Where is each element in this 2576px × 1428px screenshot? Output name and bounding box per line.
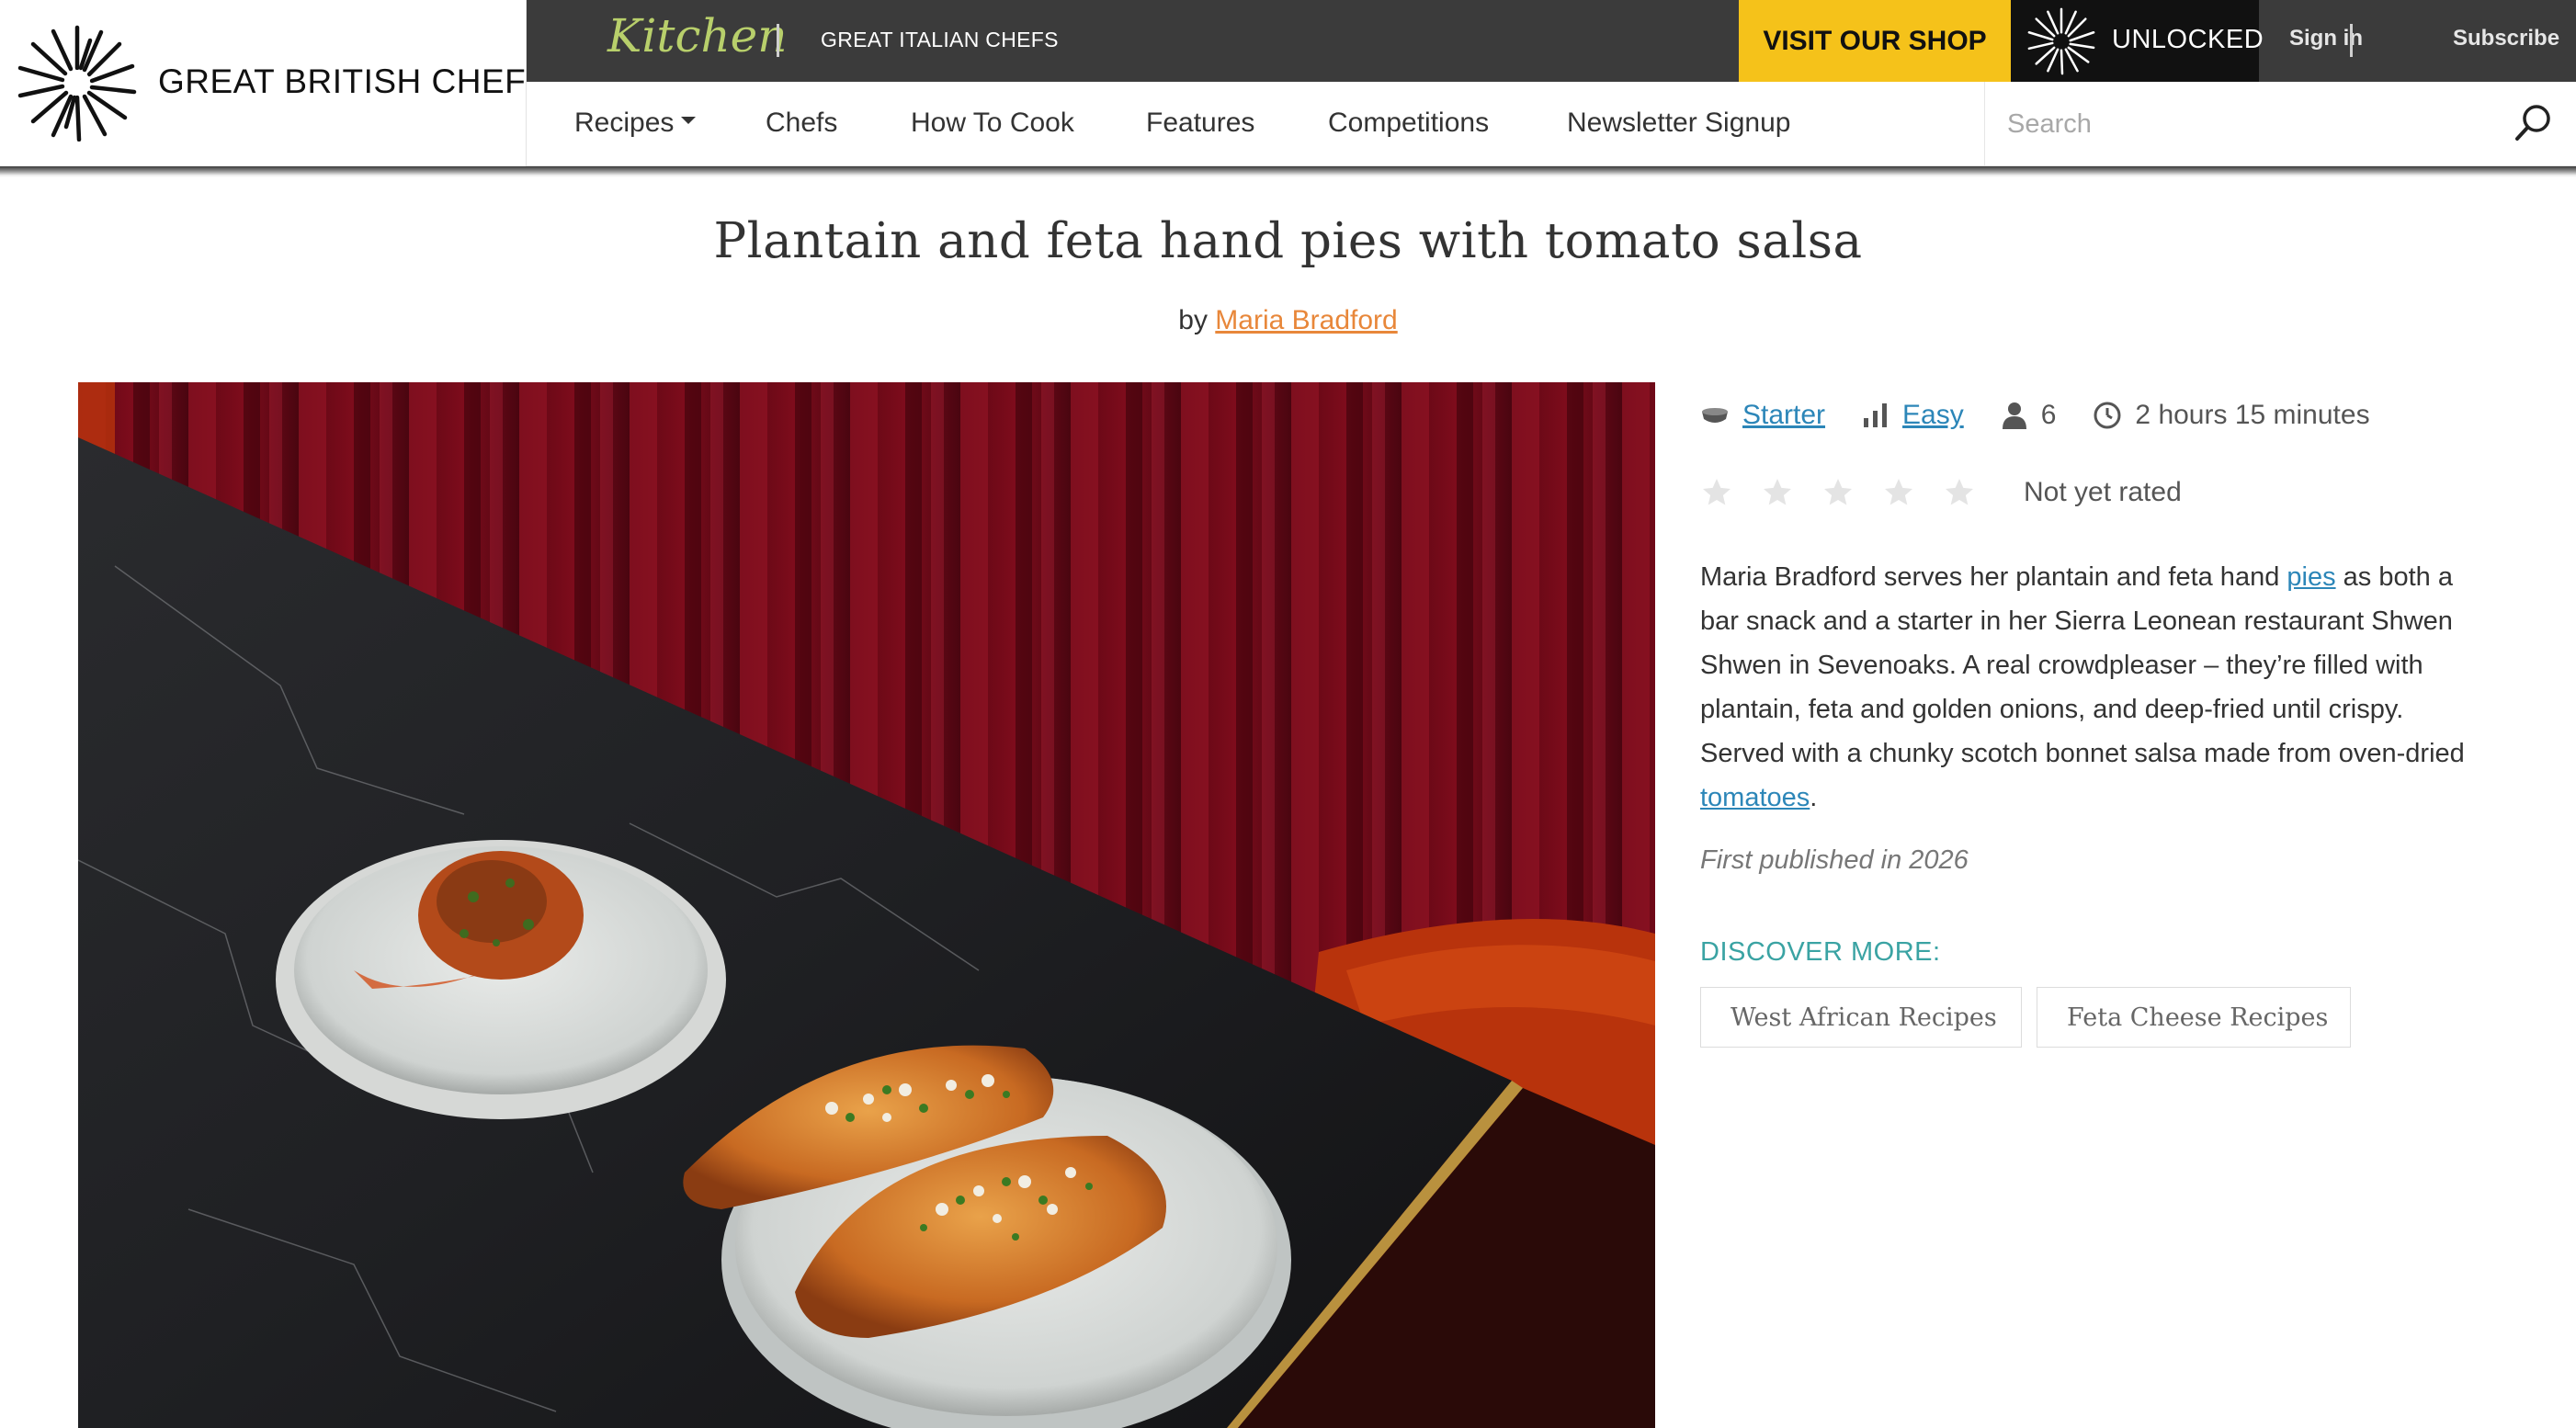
desc-text: Maria Bradford serves her plantain and f… [1700,562,2287,592]
byline: by Maria Bradford [0,305,2576,336]
recipe-description: Maria Bradford serves her plantain and f… [1700,555,2472,820]
nav-features[interactable]: Features [1146,108,1254,139]
person-icon [2002,402,2026,429]
unlocked-label: UNLOCKED [2112,25,2264,54]
search-input[interactable] [1985,82,2500,166]
serves: 6 [2001,400,2057,431]
divider [2350,24,2353,57]
course-link[interactable]: Starter [1742,400,1825,431]
nav-label: Recipes [574,108,675,138]
brand-name: GREAT BRITISH CHEFS [158,62,550,100]
desc-text: . [1810,783,1818,812]
recipe-title: Plantain and feta hand pies with tomato … [713,213,1863,269]
visit-shop-button[interactable]: VISIT OUR SHOP [1739,0,2011,82]
burst-logo-icon [17,25,137,142]
nav-recipes[interactable]: Recipes [574,108,697,139]
desc-text: as both a bar snack and a starter in her… [1700,562,2465,768]
published-date: First published in 2026 [1700,845,1969,875]
difficulty: Easy [1862,400,1964,431]
nav-how-to-cook[interactable]: How To Cook [911,108,1074,139]
subscribe-link[interactable]: Subscribe [2453,26,2559,51]
time-value: 2 hours 15 minutes [2135,400,2370,430]
nav-chefs[interactable]: Chefs [766,108,837,139]
tag-west-african-recipes[interactable]: West African Recipes [1700,987,2022,1048]
brand-logo[interactable]: GREAT BRITISH CHEFS [0,0,549,166]
pies-link[interactable]: pies [2287,562,2335,592]
great-italian-chefs-link[interactable]: GREAT ITALIAN CHEFS [821,28,1059,52]
recipe-photo [78,382,1655,1428]
difficulty-link[interactable]: Easy [1902,400,1964,431]
search-box [1984,82,2576,166]
unlocked-button[interactable]: UNLOCKED [2011,0,2264,82]
tomatoes-link[interactable]: tomatoes [1700,783,1810,812]
by-label: by [1178,305,1208,335]
rating: Not yet rated [1700,476,2182,509]
star-icon[interactable] [1882,476,1915,509]
clock-icon [2094,402,2121,429]
kitchen-link[interactable]: Kitchen [607,9,787,62]
divider [777,24,779,57]
bowl-icon [1702,408,1728,423]
star-icon[interactable] [1761,476,1794,509]
nav-competitions[interactable]: Competitions [1328,108,1489,139]
star-icon[interactable] [1943,476,1976,509]
nav-newsletter-signup[interactable]: Newsletter Signup [1567,108,1790,139]
cook-time: 2 hours 15 minutes [2093,400,2370,431]
star-icon[interactable] [1700,476,1733,509]
course: Starter [1700,400,1825,431]
header-shadow [0,166,2576,177]
star-icon[interactable] [1821,476,1855,509]
site-header: GREAT BRITISH CHEFS Kitchen GREAT ITALIA… [0,0,2576,166]
top-bar: Kitchen GREAT ITALIAN CHEFS VISIT OUR SH… [527,0,2576,82]
main-nav: Recipes Chefs How To Cook Features Compe… [527,82,2576,166]
burst-logo-icon [2027,7,2095,75]
bar-chart-icon [1864,403,1888,427]
rating-text: Not yet rated [2024,477,2182,507]
recipe-meta: Starter Easy 6 2 hours 15 minutes [1700,393,2407,437]
discover-more-heading: DISCOVER MORE: [1700,937,1941,967]
serves-value: 6 [2040,400,2057,430]
caret-down-icon [681,117,697,125]
tag-feta-cheese-recipes[interactable]: Feta Cheese Recipes [2037,987,2351,1048]
search-icon[interactable] [2509,100,2557,148]
author-link[interactable]: Maria Bradford [1215,305,1397,335]
